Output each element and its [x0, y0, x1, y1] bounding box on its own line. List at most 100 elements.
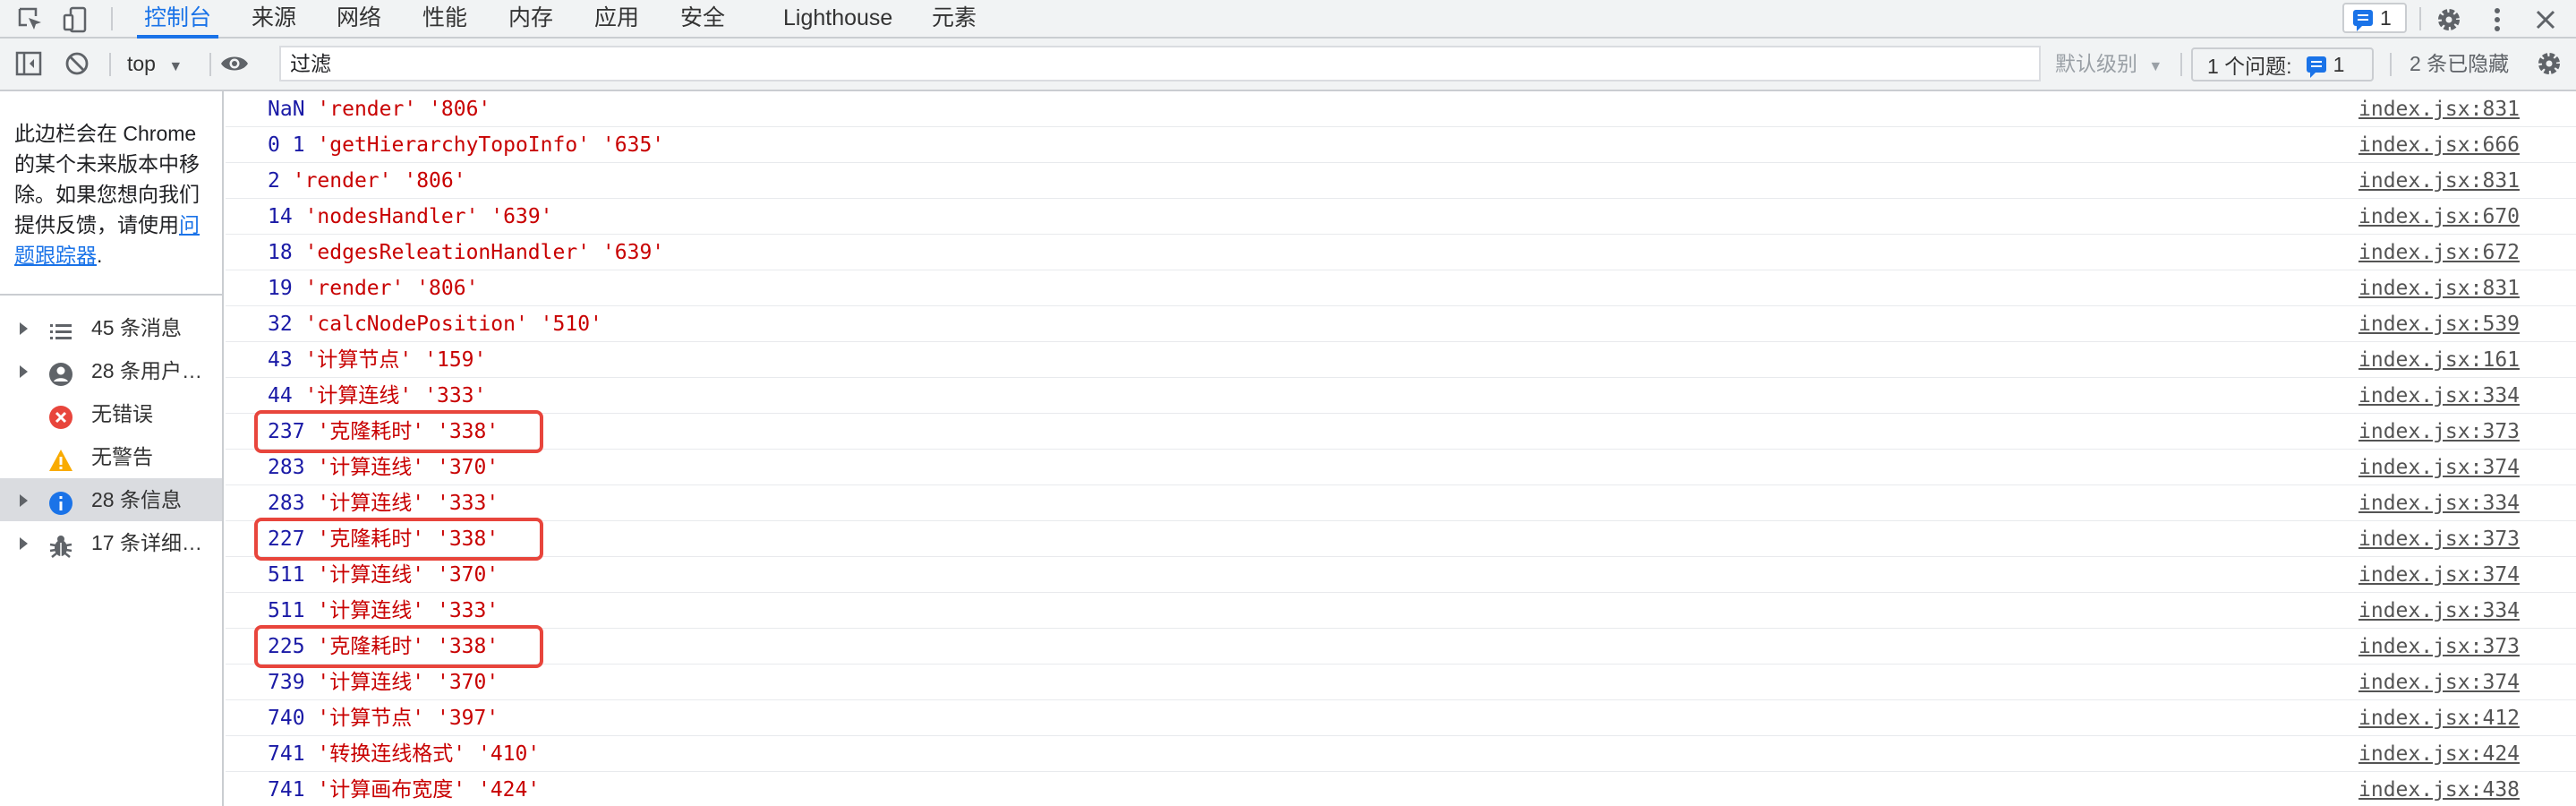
context-selector[interactable]: top ▼ — [127, 46, 183, 85]
source-link[interactable]: index.jsx:334 — [2358, 378, 2520, 414]
source-link[interactable]: index.jsx:374 — [2358, 450, 2520, 485]
source-link[interactable]: index.jsx:373 — [2358, 629, 2520, 665]
log-number-value: 511 — [268, 563, 305, 587]
sidebar-item-errors[interactable]: 无错误 — [0, 392, 222, 435]
toolbar-divider — [2180, 53, 2182, 76]
source-link[interactable]: index.jsx:672 — [2358, 235, 2520, 270]
log-string-value: '计算连线' — [304, 384, 413, 407]
console-log-row: NaN 'render' '806' index.jsx:831 — [226, 91, 2576, 127]
tab-elements[interactable]: 元素 — [932, 0, 977, 37]
console-log-row: 2 'render' '806' index.jsx:831 — [226, 163, 2576, 199]
console-log-row: 740 '计算节点' '397' index.jsx:412 — [226, 700, 2576, 736]
log-string-value: '计算连线' — [317, 599, 425, 622]
log-string-value: '转换连线格式' — [317, 742, 466, 766]
source-link[interactable]: index.jsx:373 — [2358, 521, 2520, 557]
issues-badge[interactable]: 1 — [2342, 3, 2407, 33]
log-string-value: '计算画布宽度' — [317, 778, 466, 802]
expand-arrow-icon[interactable] — [20, 365, 28, 378]
log-string-value: '639' — [490, 205, 553, 228]
sidebar-toggle-icon[interactable] — [13, 47, 45, 80]
tab-memory[interactable]: 内存 — [508, 0, 553, 37]
console-log-row: 225 '克隆耗时' '338' index.jsx:373 — [226, 629, 2576, 665]
settings-gear-icon[interactable] — [2433, 4, 2465, 36]
clear-console-icon[interactable] — [61, 47, 93, 80]
log-string-value: 'nodesHandler' — [304, 205, 479, 228]
source-link[interactable]: index.jsx:374 — [2358, 665, 2520, 700]
console-settings-gear-icon[interactable] — [2533, 47, 2565, 80]
sidebar-item-user-messages[interactable]: 28 条用户消息 — [0, 349, 222, 392]
log-level-selector[interactable]: 默认级别 ▼ — [2055, 46, 2162, 85]
console-messages[interactable]: NaN 'render' '806' index.jsx:831 0 1 'getH… — [226, 91, 2576, 806]
sidebar-item-info[interactable]: 28 条信息 — [0, 478, 222, 521]
expand-arrow-icon[interactable] — [20, 494, 28, 507]
log-string-value: '370' — [436, 456, 499, 479]
source-link[interactable]: index.jsx:373 — [2358, 414, 2520, 450]
expand-arrow-icon[interactable] — [20, 322, 28, 335]
inspect-element-icon[interactable] — [14, 4, 47, 36]
source-link[interactable]: index.jsx:438 — [2358, 772, 2520, 806]
more-options-icon[interactable] — [2481, 4, 2513, 36]
log-number-value: 32 — [268, 313, 293, 336]
source-link[interactable]: index.jsx:334 — [2358, 485, 2520, 521]
console-log-row: 18 'edgesReleationHandler' '639' index.js… — [226, 235, 2576, 270]
tab-security[interactable]: 安全 — [680, 0, 725, 37]
source-link[interactable]: index.jsx:666 — [2358, 127, 2520, 163]
tab-network[interactable]: 网络 — [337, 0, 381, 37]
log-string-value: 'render' — [304, 277, 405, 300]
message-icon — [2353, 10, 2373, 31]
tab-console[interactable]: 控制台 — [136, 0, 219, 39]
sidebar-item-warnings[interactable]: 无警告 — [0, 435, 222, 478]
console-log-row: 44 '计算连线' '333' index.jsx:334 — [226, 378, 2576, 414]
sidebar-deprecation-notice: 此边栏会在 Chrome 的某个未来版本中移除。如果您想向我们提供反馈，请使用问… — [14, 118, 217, 270]
log-message: 43 '计算节点' '159' — [268, 342, 486, 378]
notice-end: . — [97, 244, 103, 267]
log-string-value: '计算连线' — [317, 492, 425, 515]
console-sidebar: 此边栏会在 Chrome 的某个未来版本中移除。如果您想向我们提供反馈，请使用问… — [0, 91, 224, 806]
sidebar-item-label: 28 条用户消息 — [91, 359, 217, 382]
warning-icon — [48, 444, 73, 471]
console-log-row: 19 'render' '806' index.jsx:831 — [226, 270, 2576, 306]
close-icon[interactable] — [2529, 4, 2562, 36]
source-link[interactable]: index.jsx:424 — [2358, 736, 2520, 772]
source-link[interactable]: index.jsx:831 — [2358, 163, 2520, 199]
source-link[interactable]: index.jsx:374 — [2358, 557, 2520, 593]
console-log-row: 511 '计算连线' '370' index.jsx:374 — [226, 557, 2576, 593]
console-log-row: 227 '克隆耗时' '338' index.jsx:373 — [226, 521, 2576, 557]
log-number-value: 741 — [268, 778, 305, 802]
source-link[interactable]: index.jsx:412 — [2358, 700, 2520, 736]
tab-sources[interactable]: 来源 — [252, 0, 296, 37]
toolbar-divider — [209, 53, 211, 76]
source-link[interactable]: index.jsx:539 — [2358, 306, 2520, 342]
source-link[interactable]: index.jsx:334 — [2358, 593, 2520, 629]
console-log-row: 237 '克隆耗时' '338' index.jsx:373 — [226, 414, 2576, 450]
filter-input[interactable]: 过滤 — [279, 46, 2041, 81]
console-log-row: 43 '计算节点' '159' index.jsx:161 — [226, 342, 2576, 378]
notice-text: 此边栏会在 Chrome 的某个未来版本中移除。如果您想向我们提供反馈，请使用 — [14, 122, 200, 236]
source-link[interactable]: index.jsx:831 — [2358, 270, 2520, 306]
sidebar-item-label: 无警告 — [91, 445, 153, 468]
source-link[interactable]: index.jsx:670 — [2358, 199, 2520, 235]
chevron-down-icon: ▼ — [2148, 59, 2163, 74]
toolbar-divider — [109, 53, 111, 76]
log-message: 741 '转换连线格式' '410' — [268, 736, 540, 772]
log-string-value: '计算连线' — [317, 671, 425, 694]
log-message: 32 'calcNodePosition' '510' — [268, 306, 602, 342]
source-link[interactable]: index.jsx:161 — [2358, 342, 2520, 378]
tab-lighthouse[interactable]: Lighthouse — [783, 0, 892, 37]
sidebar-item-verbose[interactable]: 17 条详细消息 — [0, 521, 222, 564]
expand-arrow-icon[interactable] — [20, 537, 28, 550]
message-icon — [2306, 56, 2326, 78]
device-toolbar-icon[interactable] — [59, 4, 91, 36]
issues-counter-button[interactable]: 1 个问题: 1 — [2191, 47, 2374, 81]
tab-performance[interactable]: 性能 — [422, 0, 467, 37]
live-expression-eye-icon[interactable] — [218, 47, 251, 80]
tab-application[interactable]: 应用 — [594, 0, 639, 37]
log-string-value: '806' — [429, 98, 491, 121]
hidden-messages-count: 2 条已隐藏 — [2410, 52, 2510, 75]
log-string-value: '计算连线' — [317, 563, 425, 587]
log-message: 2 'render' '806' — [268, 163, 466, 199]
source-link[interactable]: index.jsx:831 — [2358, 91, 2520, 127]
log-string-value: '424' — [477, 778, 541, 802]
sidebar-item-messages[interactable]: 45 条消息 — [0, 306, 222, 349]
console-log-row: 511 '计算连线' '333' index.jsx:334 — [226, 593, 2576, 629]
